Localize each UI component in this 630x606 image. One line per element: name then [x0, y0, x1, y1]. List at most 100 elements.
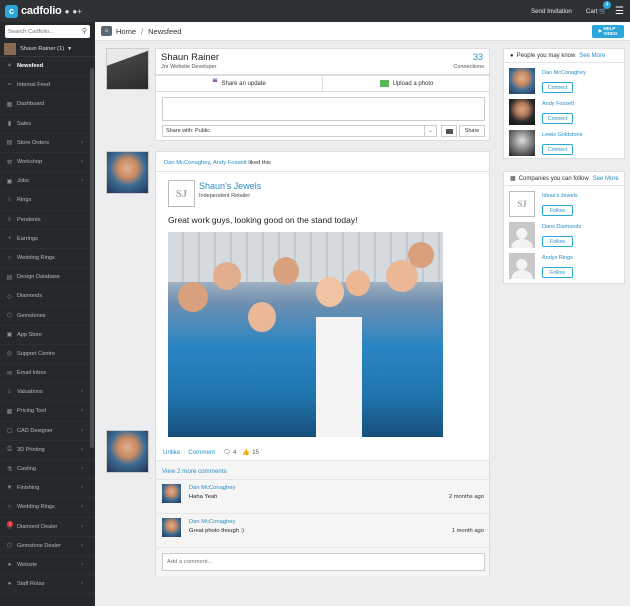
connect-button[interactable]: Connect [542, 113, 573, 124]
sidebar-item-gemstones[interactable]: ⬡ Gemstones [0, 306, 95, 326]
sidebar-item-diamonds[interactable]: ◇ Diamonds [0, 287, 95, 307]
logo[interactable]: c cadfolio ● ●+ [0, 0, 95, 22]
sidebar-item-label: Jobs [17, 178, 29, 185]
company-avatar-placeholder[interactable] [509, 253, 535, 279]
attach-photo-button[interactable] [441, 125, 457, 137]
company-suggestion-name[interactable]: Andys Rings [542, 255, 573, 261]
companies-see-more-link[interactable]: See More [593, 176, 619, 182]
update-textarea[interactable] [162, 97, 485, 121]
sidebar-item-wedding-rings[interactable]: ○ Wedding Rings ‹ [0, 498, 95, 518]
sidebar-item-label: Gemstone Dealer [17, 542, 61, 549]
company-suggestion-name[interactable]: Dans Diamonds [542, 224, 581, 230]
breadcrumb-home[interactable]: Home [116, 27, 136, 36]
company-avatar-placeholder[interactable] [509, 222, 535, 248]
connect-button[interactable]: Connect [542, 144, 573, 155]
sidebar-item-pendents[interactable]: ◊ Pendents [0, 211, 95, 230]
liker-link[interactable]: Andy Fossett [213, 160, 247, 166]
sidebar-item-newsfeed[interactable]: ≈ Newsfeed [0, 57, 95, 77]
share-update-label: Share an update [221, 80, 266, 87]
help-video-button[interactable]: ▶ HELP VIDEO [592, 25, 624, 38]
company-logo[interactable]: SJ [168, 180, 195, 207]
liked-text: liked this [246, 160, 271, 166]
share-button[interactable]: Share [459, 125, 485, 137]
people-see-more-link[interactable]: See More [579, 53, 605, 59]
sidebar-item-email-inbox[interactable]: ✉ Email Inbox [0, 364, 95, 384]
user-icon[interactable]: ● [65, 7, 70, 16]
follow-button[interactable]: Follow [542, 236, 573, 247]
cart-label: Cart [585, 8, 598, 15]
comment-link[interactable]: Comment [188, 449, 215, 456]
chevron-left-icon: ‹ [81, 485, 83, 492]
post-avatar[interactable] [106, 151, 149, 194]
divider [156, 547, 489, 548]
search-input[interactable] [5, 25, 90, 38]
connect-button[interactable]: Connect [542, 82, 573, 93]
profile-avatar[interactable] [106, 48, 149, 90]
comment-avatar-large[interactable] [106, 430, 149, 473]
sidebar-item-store-orders[interactable]: ▤ Store Orders ‹ [0, 134, 95, 153]
upload-photo-tab[interactable]: Upload a photo [323, 76, 490, 92]
post-photo[interactable] [168, 232, 443, 437]
sidebar-item-design-database[interactable]: ▤ Design Database [0, 268, 95, 288]
share-with-select[interactable]: Share with: Public ⌄ [162, 125, 437, 137]
company-suggestion-name[interactable]: Ideas's Jewels [542, 193, 578, 199]
profile-name[interactable]: Shaun Rainer [161, 52, 219, 63]
sidebar-item-gemstone-dealer[interactable]: ⬡ Gemstone Dealer ‹ [0, 537, 95, 556]
sidebar-item-pricing-tool[interactable]: ▦ Pricing Tool ‹ [0, 402, 95, 422]
sidebar-nav: ≈ Newsfeed ≈ Internal Feed ▦ Dashboard ▮ Sales ▤… [0, 57, 95, 595]
menu-icon[interactable]: ☰ [615, 6, 624, 17]
follow-button[interactable]: Follow [542, 205, 573, 216]
sidebar-item-rings[interactable]: ○ Rings [0, 191, 95, 211]
sidebar-item-earrings[interactable]: • Earrings [0, 230, 95, 249]
sidebar-item-jobs[interactable]: ▣ Jobs ‹ [0, 172, 95, 192]
person-name[interactable]: Andy Fossett [542, 101, 574, 107]
earring-icon: • [8, 235, 11, 242]
person-name[interactable]: Dan McConaghey [542, 70, 586, 76]
sidebar-item-3d-printing[interactable]: ⎙ 3D Printing ‹ [0, 441, 95, 460]
person-avatar[interactable] [509, 130, 535, 156]
follow-button[interactable]: Follow [542, 267, 573, 278]
sidebar-item-website[interactable]: ● Website ‹ [0, 556, 95, 576]
connections-count[interactable]: 33 [473, 52, 483, 62]
sidebar-item-support-centre[interactable]: ◎ Support Centre [0, 345, 95, 364]
sidebar-item-internal-feed[interactable]: ≈ Internal Feed [0, 76, 95, 96]
send-invitation-link[interactable]: Send Invitation [531, 8, 572, 15]
sidebar-item-label: Website [17, 561, 38, 568]
home-icon[interactable]: ⌂ [101, 26, 112, 36]
sidebar-item-label: Store Orders [17, 139, 50, 146]
user-menu[interactable]: Shaun Rainer (1) ▼ [0, 41, 95, 57]
sidebar-scrollbar[interactable] [90, 68, 94, 448]
comment-avatar[interactable] [162, 518, 181, 537]
sidebar-item-app-store[interactable]: ▣ App Store [0, 326, 95, 345]
chevron-down-icon: ⌄ [424, 126, 436, 136]
comment-author[interactable]: Dan McConaghey [189, 485, 235, 491]
sidebar-item-valuations[interactable]: ⌂ Valuations ‹ [0, 383, 95, 403]
unlike-link[interactable]: Unlike [163, 449, 180, 456]
person-name[interactable]: Lewis Goldstone [542, 132, 583, 138]
caret-down-icon: ▼ [67, 45, 73, 52]
sidebar-item-workshop[interactable]: ⚒ Workshop ‹ [0, 153, 95, 173]
person-avatar[interactable] [509, 99, 535, 125]
sidebar-item-casting[interactable]: ⚗ Casting ‹ [0, 460, 95, 480]
view-more-comments-link[interactable]: View 2 more comments [162, 468, 227, 475]
sidebar-item-dashboard[interactable]: ▦ Dashboard [0, 95, 95, 115]
comment-avatar[interactable] [162, 484, 181, 503]
pendant-icon: ◊ [8, 216, 11, 223]
sidebar-item-cad-designer[interactable]: ▢ CAD Designer ‹ [0, 422, 95, 441]
search-icon[interactable]: ⚲ [82, 27, 87, 35]
company-logo[interactable]: SJ [509, 191, 535, 217]
sidebar-item-wedding-rings[interactable]: ○ Wedding Rings [0, 249, 95, 269]
sidebar-item-finishing[interactable]: ▼ Finishing ‹ [0, 479, 95, 499]
comment-author[interactable]: Dan McConaghey [189, 519, 235, 525]
add-user-icon[interactable]: ●+ [72, 7, 82, 16]
add-comment-input[interactable] [162, 553, 485, 571]
company-name[interactable]: Shaun's Jewels [199, 181, 261, 191]
flask-icon: ⚗ [6, 466, 13, 473]
person-avatar[interactable] [509, 68, 535, 94]
sidebar-item-sales[interactable]: ▮ Sales [0, 115, 95, 134]
cart-button[interactable]: Cart 🛒 4 [585, 1, 612, 15]
liker-link[interactable]: Dan McConaghey [164, 160, 210, 166]
sidebar-item-staff-rotas[interactable]: ● Staff Rotas ‹ [0, 575, 95, 595]
sidebar-item-diamond-dealer[interactable]: ◇ Diamond Dealer 1 ‹ [0, 518, 95, 537]
share-update-tab[interactable]: ❝ Share an update [156, 76, 323, 92]
